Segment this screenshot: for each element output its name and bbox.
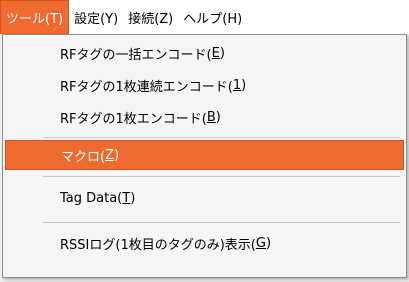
menubar: ツール(T) 設定(Y) 接続(Z) ヘルプ(H) bbox=[0, 0, 409, 34]
access-key: 1 bbox=[232, 77, 242, 93]
access-key: B bbox=[206, 109, 216, 125]
menu-tools[interactable]: ツール(T) bbox=[0, 0, 70, 34]
menu-item-label-end: ) bbox=[265, 235, 272, 251]
tools-dropdown-menu: RFタグの一括エンコード(E) RFタグの1枚連続エンコード(1) RFタグの1… bbox=[2, 34, 407, 278]
menu-item-continuous-encode[interactable]: RFタグの1枚連続エンコード(1) bbox=[5, 70, 404, 100]
menu-item-label-end: ) bbox=[219, 45, 225, 61]
menu-item-tag-data[interactable]: Tag Data(T) bbox=[5, 183, 404, 213]
menu-separator bbox=[43, 137, 400, 138]
access-key: T bbox=[122, 190, 131, 206]
menu-item-label-end: ) bbox=[215, 109, 221, 125]
menu-item-single-encode[interactable]: RFタグの1枚エンコード(B) bbox=[5, 102, 404, 132]
menu-item-label: RSSIログ(1枚目のタグのみ)表示( bbox=[60, 237, 256, 253]
menu-item-label: RFタグの一括エンコード( bbox=[60, 47, 212, 63]
menu-item-label: RFタグの1枚連続エンコード( bbox=[60, 79, 233, 95]
menu-item-label: RFタグの1枚エンコード( bbox=[60, 111, 207, 127]
menu-item-rssi-log[interactable]: RSSIログ(1枚目のタグのみ)表示(G) bbox=[5, 228, 404, 258]
menu-item-label: マクロ( bbox=[61, 149, 106, 165]
menu-item-bulk-encode[interactable]: RFタグの一括エンコード(E) bbox=[5, 38, 404, 68]
menu-connection[interactable]: 接続(Z) bbox=[123, 0, 178, 34]
menu-settings[interactable]: 設定(Y) bbox=[69, 0, 123, 34]
menu-item-macro[interactable]: マクロ(Z) bbox=[5, 140, 404, 170]
menu-item-label-end: ) bbox=[130, 190, 136, 206]
menu-separator bbox=[43, 222, 400, 223]
menu-help[interactable]: ヘルプ(H) bbox=[178, 0, 247, 34]
access-key: Z bbox=[105, 147, 114, 163]
menu-separator bbox=[43, 176, 400, 177]
menu-item-label: Tag Data( bbox=[60, 190, 123, 206]
menu-item-label-end: ) bbox=[241, 77, 247, 93]
access-key: E bbox=[211, 45, 220, 61]
access-key: G bbox=[255, 235, 266, 251]
menu-item-label-end: ) bbox=[113, 147, 120, 163]
